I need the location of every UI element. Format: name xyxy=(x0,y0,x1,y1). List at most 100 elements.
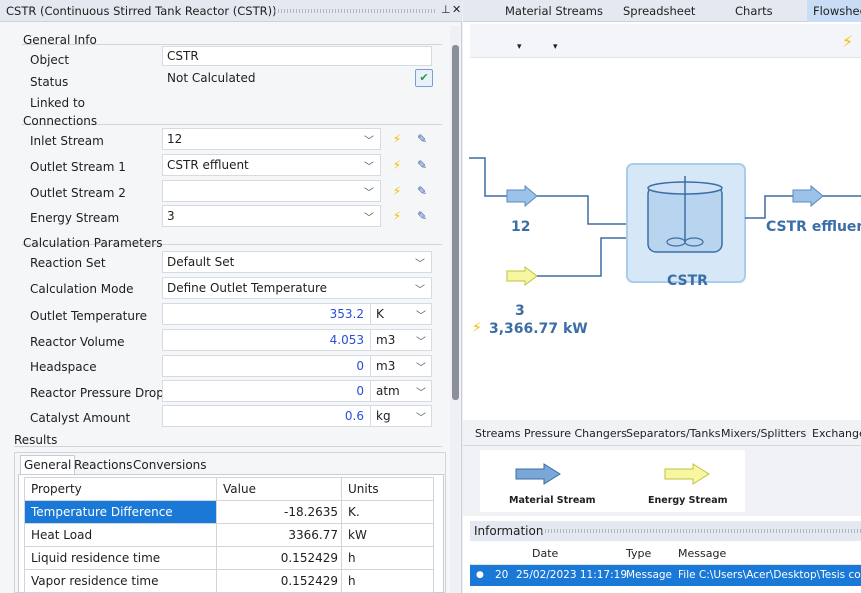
catalyst-amount-unit[interactable]: kg ﹀ xyxy=(370,405,432,427)
toolbar-dropdown-icon[interactable]: ▾ xyxy=(517,42,522,52)
unit-cell[interactable]: h xyxy=(341,546,434,570)
picker-icon[interactable]: ✎ xyxy=(413,156,431,174)
column-header-property[interactable]: Property xyxy=(24,477,217,501)
pressure-drop-input[interactable]: 0 xyxy=(162,380,371,402)
object-label: Object xyxy=(30,53,70,67)
catalyst-amount-input[interactable]: 0.6 xyxy=(162,405,371,427)
tab-conversions[interactable]: Conversions xyxy=(130,456,210,474)
reactor-volume-input[interactable]: 4.053 xyxy=(162,329,371,351)
property-cell[interactable]: Temperature Difference xyxy=(24,500,217,524)
tab-mixers-splitters[interactable]: Mixers/Splitters xyxy=(721,427,806,440)
unit-cell[interactable]: K. xyxy=(341,500,434,524)
headspace-unit[interactable]: m3 ﹀ xyxy=(370,355,432,377)
general-info-heading: General Info xyxy=(23,33,97,47)
column-header-message[interactable]: Message xyxy=(678,547,726,560)
energy-stream-icon[interactable] xyxy=(663,463,713,485)
unit-value: m3 xyxy=(376,333,396,347)
outlet-stream-1-value: CSTR effluent xyxy=(167,158,249,172)
results-table: Property Value Units Temperature Differe… xyxy=(24,477,434,593)
reaction-set-select[interactable]: Default Set ﹀ xyxy=(162,251,432,273)
pressure-drop-unit[interactable]: atm ﹀ xyxy=(370,380,432,402)
outlet-stream-2-label: Outlet Stream 2 xyxy=(30,186,126,200)
energy-stream-item[interactable]: Energy Stream xyxy=(648,495,728,506)
inlet-stream-label: 12 xyxy=(511,219,531,235)
inlet-stream-label: Inlet Stream xyxy=(30,134,104,148)
value-cell[interactable]: 0.152429 xyxy=(216,546,342,570)
picker-icon[interactable]: ✎ xyxy=(413,182,431,200)
material-stream-item[interactable]: Material Stream xyxy=(509,495,596,506)
pin-icon[interactable]: ⊥ xyxy=(441,3,451,16)
headspace-input[interactable]: 0 xyxy=(162,355,371,377)
outlet-stream-arrow[interactable] xyxy=(792,184,824,208)
tab-streams[interactable]: Streams xyxy=(475,427,521,440)
property-cell[interactable]: Liquid residence time xyxy=(24,546,217,570)
flowsheet-canvas[interactable] xyxy=(463,58,861,420)
table-row[interactable]: Vapor residence time 0.152429 h xyxy=(24,569,434,593)
linked-label: Linked to xyxy=(30,96,86,110)
value-cell[interactable]: -18.2635 xyxy=(216,500,342,524)
tab-separators-tanks[interactable]: Separators/Tanks xyxy=(626,427,720,440)
lightning-icon[interactable]: ⚡ xyxy=(388,156,406,174)
information-row[interactable]: ● 20 25/02/2023 11:17:19 Message File C:… xyxy=(470,565,861,586)
tab-material-streams[interactable]: Material Streams xyxy=(505,4,603,18)
tab-flowsheet[interactable]: Flowsheet xyxy=(807,0,861,22)
energy-stream-value: 3 xyxy=(167,209,175,223)
drag-grip[interactable] xyxy=(275,9,435,13)
value-cell[interactable]: 3366.77 xyxy=(216,523,342,547)
calc-mode-select[interactable]: Define Outlet Temperature ﹀ xyxy=(162,277,432,299)
inlet-stream-arrow[interactable] xyxy=(506,184,538,208)
lightning-icon[interactable]: ⚡ xyxy=(388,130,406,148)
lightning-icon[interactable]: ⚡ xyxy=(842,32,853,51)
value-cell[interactable]: 0.152429 xyxy=(216,569,342,593)
chevron-down-icon: ﹀ xyxy=(416,388,426,399)
outlet-temperature-input[interactable]: 353.2 xyxy=(162,303,371,325)
tab-spreadsheet[interactable]: Spreadsheet xyxy=(623,4,695,18)
lightning-icon[interactable]: ⚡ xyxy=(388,207,406,225)
connections-heading: Connections xyxy=(23,114,98,128)
column-header-units[interactable]: Units xyxy=(341,477,434,501)
object-field[interactable]: CSTR xyxy=(162,46,432,66)
scrollbar-thumb[interactable] xyxy=(452,45,459,400)
close-icon[interactable]: ✕ xyxy=(452,3,461,16)
column-header-value[interactable]: Value xyxy=(216,477,342,501)
info-icon: ● xyxy=(476,570,484,580)
column-header-type[interactable]: Type xyxy=(626,547,651,560)
status-check-icon[interactable]: ✔ xyxy=(415,69,433,87)
energy-stream-select[interactable]: 3 ﹀ xyxy=(162,205,381,227)
outlet-temperature-unit[interactable]: K ﹀ xyxy=(370,303,432,325)
property-cell[interactable]: Vapor residence time xyxy=(24,569,217,593)
lightning-icon[interactable]: ⚡ xyxy=(388,182,406,200)
outlet-stream-1-label: Outlet Stream 1 xyxy=(30,160,126,174)
tab-general[interactable]: General xyxy=(20,455,76,474)
inlet-stream-select[interactable]: 12 ﹀ xyxy=(162,128,381,150)
outlet-stream-1-select[interactable]: CSTR effluent ﹀ xyxy=(162,154,381,176)
outlet-stream-label: CSTR effluent xyxy=(766,219,861,235)
unit-value: m3 xyxy=(376,359,396,373)
chevron-down-icon: ﹀ xyxy=(364,213,374,224)
column-header-date[interactable]: Date xyxy=(532,547,558,560)
calc-params-heading: Calculation Parameters xyxy=(23,236,163,250)
unit-cell[interactable]: kW xyxy=(341,523,434,547)
drag-grip[interactable] xyxy=(542,529,861,533)
energy-stream-label: Energy Stream xyxy=(30,211,120,225)
table-row[interactable]: Liquid residence time 0.152429 h xyxy=(24,546,434,570)
energy-stream-arrow[interactable] xyxy=(506,266,538,286)
table-row[interactable]: Heat Load 3366.77 kW xyxy=(24,523,434,547)
table-row[interactable]: Temperature Difference -18.2635 K. xyxy=(24,500,434,524)
picker-icon[interactable]: ✎ xyxy=(413,207,431,225)
reactor-label: CSTR xyxy=(667,273,708,289)
tab-exchangers[interactable]: Exchange xyxy=(812,427,861,440)
reactor-block[interactable] xyxy=(626,163,746,283)
tab-pressure-changers[interactable]: Pressure Changers xyxy=(524,427,627,440)
unit-cell[interactable]: h xyxy=(341,569,434,593)
outlet-stream-2-select[interactable]: ﹀ xyxy=(162,180,381,202)
picker-icon[interactable]: ✎ xyxy=(413,130,431,148)
lightning-icon: ⚡ xyxy=(472,320,482,336)
tab-charts[interactable]: Charts xyxy=(735,4,773,18)
material-stream-icon[interactable] xyxy=(514,463,564,485)
property-cell[interactable]: Heat Load xyxy=(24,523,217,547)
tab-reactions[interactable]: Reactions xyxy=(71,456,135,474)
reactor-volume-unit[interactable]: m3 ﹀ xyxy=(370,329,432,351)
toolbar-dropdown-icon[interactable]: ▾ xyxy=(553,42,558,52)
panel-title: CSTR (Continuous Stirred Tank Reactor (C… xyxy=(6,4,277,18)
